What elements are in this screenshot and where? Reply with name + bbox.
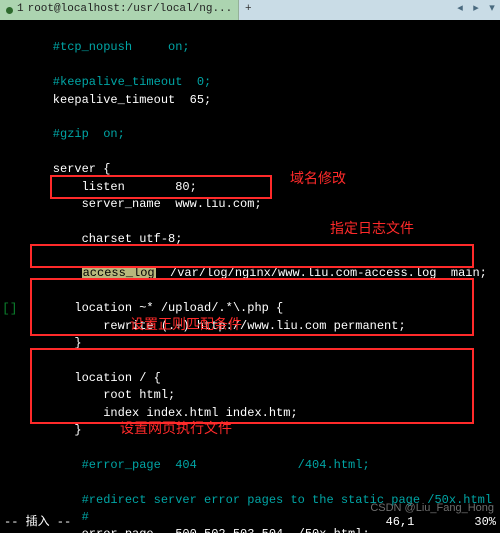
new-tab-button[interactable]: + (239, 0, 257, 20)
code-line: index index.html index.htm; (24, 406, 298, 420)
code-line: rewrite (.+) http://www.liu.com permanen… (24, 319, 406, 333)
code-line: } (24, 423, 82, 437)
tab-prev-icon[interactable]: ◂ (452, 0, 468, 20)
gutter-marker: [] (2, 300, 18, 319)
code-line: charset utf-8; (24, 232, 182, 246)
tab-status-dot (6, 7, 13, 14)
code-line: #gzip on; (24, 127, 125, 141)
code-line: location / { (24, 371, 161, 385)
editor-viewport[interactable]: #tcp_nopush on; #keepalive_timeout 0; ke… (0, 20, 500, 533)
vim-mode: -- 插入 -- (4, 514, 71, 531)
tab-next-icon[interactable]: ▸ (468, 0, 484, 20)
code-line: listen 80; (24, 180, 197, 194)
tab-session-1[interactable]: 1 root@localhost:/usr/local/ng... (0, 0, 239, 20)
code-line: root html; (24, 388, 175, 402)
tab-menu-icon[interactable]: ▾ (484, 0, 500, 20)
code-line: keepalive_timeout 65; (24, 93, 211, 107)
tabbar-spacer (257, 0, 452, 20)
tab-title: root@localhost:/usr/local/ng... (28, 2, 233, 18)
code-line: } (24, 336, 82, 350)
code-line: #keepalive_timeout 0; (24, 75, 211, 89)
highlight-access-log: access_log (82, 266, 156, 280)
code-line: #tcp_nopush on; (24, 40, 190, 54)
code-text: /var/log/nginx/www.liu.com-access.log ma… (156, 266, 487, 280)
code-line: server_name www.liu.com; (24, 197, 262, 211)
code-line: access_log /var/log/nginx/www.liu.com-ac… (24, 266, 487, 280)
tab-bar: 1 root@localhost:/usr/local/ng... + ◂ ▸ … (0, 0, 500, 20)
code-line: server { (24, 162, 110, 176)
code-line: location ~* /upload/.*\.php { (24, 301, 283, 315)
tab-index: 1 (17, 2, 24, 18)
code-line: #error_page 404 /404.html; (24, 458, 370, 472)
watermark: CSDN @Liu_Fang_Hong (370, 501, 494, 517)
